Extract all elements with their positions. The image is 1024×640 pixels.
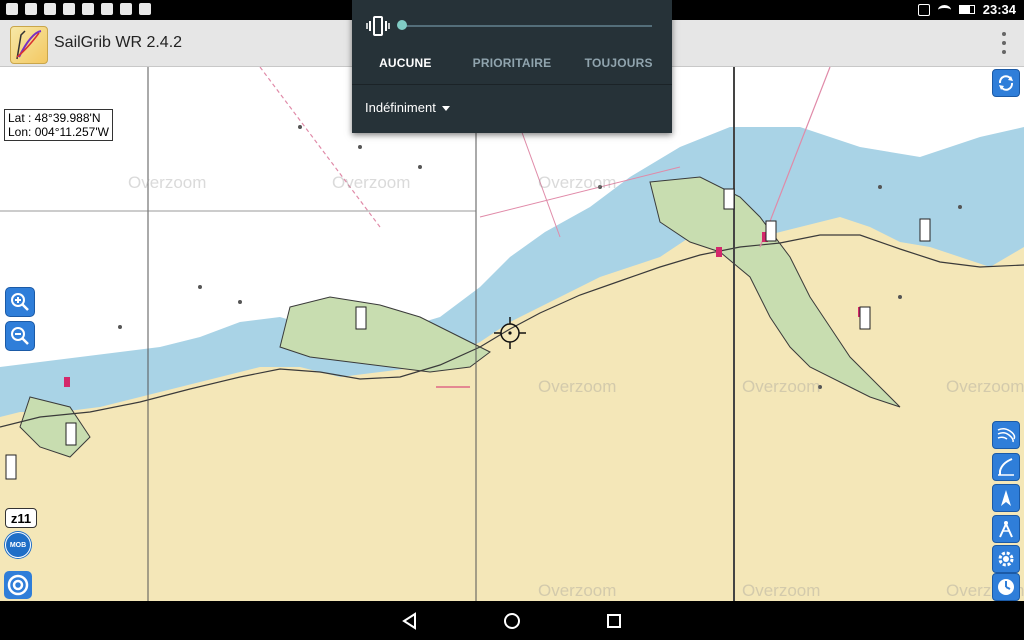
notification-icons — [6, 3, 151, 15]
zoom-out-button[interactable] — [5, 321, 35, 351]
duration-value: Indéfiniment — [365, 100, 436, 115]
vibrate-icon — [917, 3, 930, 16]
compass-divider-icon — [999, 521, 1013, 538]
app-title: SailGrib WR 2.4.2 — [54, 34, 183, 51]
overzoom-watermark: Overzoom — [538, 377, 617, 396]
navigation-bar — [0, 601, 1024, 640]
overzoom-watermark: Overzoom — [538, 581, 617, 600]
grib-refresh-button[interactable] — [992, 69, 1020, 97]
overzoom-watermark: Overzoom — [742, 581, 821, 600]
app-logo-icon[interactable] — [10, 26, 48, 64]
zoom-level-badge: z11 — [5, 508, 37, 528]
zoom-in-button[interactable] — [5, 287, 35, 317]
gallery-notification-icon — [120, 3, 132, 15]
overzoom-watermark: Overzoom — [128, 173, 207, 192]
chevron-down-icon — [441, 106, 450, 112]
vibrate-mode-icon[interactable] — [366, 14, 390, 38]
divider — [352, 84, 672, 85]
mail-notification-icon — [101, 3, 113, 15]
polar-curve-icon — [998, 458, 1014, 476]
overflow-menu-icon[interactable] — [1000, 32, 1008, 54]
system-icons: 23:34 — [917, 2, 1016, 17]
download-notification-icon — [63, 3, 75, 15]
overzoom-watermark: Overzoom — [332, 173, 411, 192]
nautical-chart[interactable]: Lat : 48°39.988'N Lon: 004°11.257'W Over… — [0, 67, 1024, 601]
chrome-notification-icon — [44, 3, 56, 15]
crosshair-icon — [494, 317, 526, 349]
coordinates-display: Lat : 48°39.988'N Lon: 004°11.257'W — [4, 109, 113, 141]
clock-icon — [998, 579, 1014, 595]
image-notification-icon — [6, 3, 18, 15]
zoom-out-icon — [11, 327, 29, 345]
settings-button[interactable] — [992, 545, 1020, 573]
overzoom-watermark: Overzoom — [946, 377, 1024, 396]
polar-button[interactable] — [992, 453, 1020, 481]
refresh-icon — [998, 75, 1014, 91]
duration-dropdown[interactable]: Indéfiniment — [365, 100, 450, 115]
volume-slider-track[interactable] — [402, 25, 652, 27]
sailgrib-notification-icon — [25, 3, 37, 15]
tab-prioritaire[interactable]: PRIORITAIRE — [459, 48, 566, 78]
longitude: Lon: 004°11.257'W — [8, 125, 109, 139]
volume-slider-thumb[interactable] — [397, 20, 407, 30]
time-button[interactable] — [992, 573, 1020, 601]
recents-icon[interactable] — [604, 611, 624, 631]
wind-icon — [997, 427, 1016, 443]
tab-aucune[interactable]: AUCUNE — [352, 48, 459, 78]
wifi-icon — [937, 4, 951, 15]
gear-icon — [998, 551, 1014, 567]
locate-button[interactable] — [4, 571, 32, 599]
navigation-arrow-icon — [1001, 490, 1011, 506]
location-notification-icon — [82, 3, 94, 15]
tab-toujours[interactable]: TOUJOURS — [565, 48, 672, 78]
target-icon — [7, 574, 29, 596]
google-plus-notification-icon — [139, 3, 151, 15]
do-not-disturb-panel: AUCUNE PRIORITAIRE TOUJOURS Indéfiniment — [352, 0, 672, 133]
mob-button[interactable]: MOB — [5, 532, 31, 558]
overzoom-watermark: Overzoom — [742, 377, 821, 396]
wind-layer-button[interactable] — [992, 421, 1020, 449]
battery-icon — [958, 5, 975, 14]
interruption-mode-tabs: AUCUNE PRIORITAIRE TOUJOURS — [352, 48, 672, 78]
measure-button[interactable] — [992, 515, 1020, 543]
clock: 23:34 — [982, 2, 1016, 17]
back-icon[interactable] — [400, 611, 420, 631]
home-icon[interactable] — [502, 611, 522, 631]
zoom-in-icon — [11, 293, 29, 311]
latitude: Lat : 48°39.988'N — [8, 111, 101, 125]
overzoom-watermark: Overzoom — [538, 173, 617, 192]
route-button[interactable] — [992, 484, 1020, 512]
